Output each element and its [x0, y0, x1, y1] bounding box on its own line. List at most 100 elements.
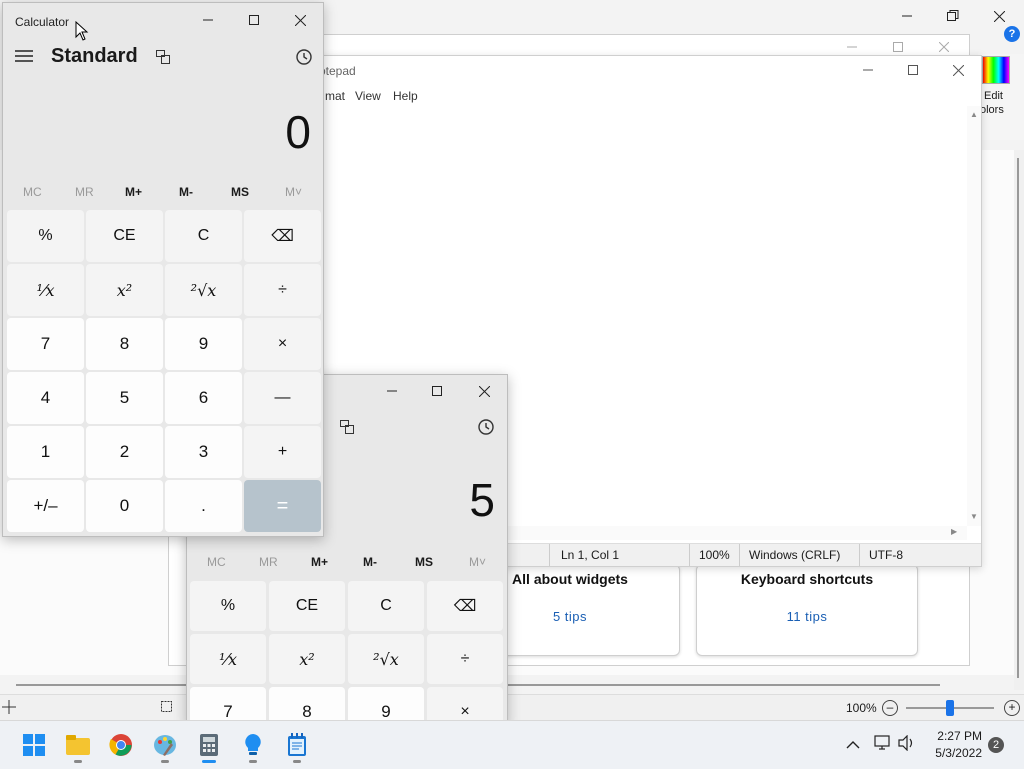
- chevron-up-icon[interactable]: [846, 737, 860, 755]
- digit-7-button[interactable]: 7: [7, 318, 84, 370]
- calc2-mr-button[interactable]: MR: [259, 555, 278, 569]
- digit-1-button[interactable]: 1: [7, 426, 84, 478]
- tips-icon[interactable]: [239, 731, 267, 763]
- chrome-icon[interactable]: [107, 731, 135, 759]
- notepad-maximize-button[interactable]: [890, 54, 936, 86]
- menu-view[interactable]: View: [355, 89, 381, 103]
- menu-format[interactable]: mat: [325, 89, 345, 103]
- calculator-minimize-button[interactable]: [185, 4, 231, 36]
- zoom-slider-thumb[interactable]: [946, 700, 954, 716]
- tip-card-keyboard-shortcuts[interactable]: Keyboard shortcuts 11 tips: [696, 564, 918, 656]
- clock-time[interactable]: 2:27 PM: [930, 729, 982, 743]
- calculator-mode-title: Standard: [51, 45, 138, 67]
- mc-button[interactable]: MC: [23, 185, 42, 199]
- calc2-sqrt-button[interactable]: ²√x: [348, 634, 424, 684]
- calc2-reciprocal-button[interactable]: ¹⁄x: [190, 634, 266, 684]
- edit-colors-label-2: olors: [980, 104, 1004, 116]
- paint-vertical-scrollbar[interactable]: [1014, 150, 1024, 690]
- digit-8-button[interactable]: 8: [86, 318, 163, 370]
- calculator-taskbar-icon[interactable]: [195, 731, 223, 763]
- zoom-out-button[interactable]: –: [882, 700, 898, 716]
- reciprocal-button[interactable]: ¹⁄x: [7, 264, 84, 316]
- scroll-right-icon[interactable]: ▶: [951, 527, 957, 536]
- calc2-maximize-button[interactable]: [414, 375, 460, 407]
- volume-icon[interactable]: [898, 734, 916, 756]
- square-root-button[interactable]: ²√x: [165, 264, 242, 316]
- calc2-mminus-button[interactable]: M-: [363, 555, 377, 569]
- mplus-button[interactable]: M+: [125, 185, 142, 199]
- notepad-minimize-button[interactable]: [845, 54, 891, 86]
- percent-button[interactable]: %: [7, 210, 84, 262]
- mminus-button[interactable]: M-: [179, 185, 193, 199]
- clear-button[interactable]: C: [165, 210, 242, 262]
- digit-5-button[interactable]: 5: [86, 372, 163, 424]
- running-indicator: [249, 760, 257, 763]
- mr-button[interactable]: MR: [75, 185, 94, 199]
- start-icon[interactable]: [20, 731, 48, 759]
- calc2-close-button[interactable]: [461, 375, 507, 407]
- navigation-menu-icon[interactable]: [15, 49, 33, 68]
- calculator-maximize-button[interactable]: [231, 4, 277, 36]
- notepad-title: otepad: [319, 64, 356, 78]
- active-indicator: [202, 760, 216, 763]
- selection-size-icon: [160, 700, 174, 717]
- backspace-button[interactable]: ⌫: [244, 210, 321, 262]
- calc2-mplus-button[interactable]: M+: [311, 555, 328, 569]
- clear-entry-button[interactable]: CE: [86, 210, 163, 262]
- digit-0-button[interactable]: 0: [86, 480, 163, 532]
- digit-9-button[interactable]: 9: [165, 318, 242, 370]
- calc2-mc-button[interactable]: MC: [207, 555, 226, 569]
- history-icon[interactable]: [295, 48, 313, 71]
- color-palette-icon: [982, 56, 1010, 84]
- edit-colors-button[interactable]: Edit olors: [978, 54, 1024, 140]
- calc2-square-button[interactable]: x²: [269, 634, 345, 684]
- help-icon[interactable]: ?: [1004, 26, 1020, 42]
- paint-status-bar: 100% – +: [0, 694, 1024, 721]
- square-button[interactable]: x²: [86, 264, 163, 316]
- calc2-ms-button[interactable]: MS: [415, 555, 433, 569]
- notification-badge[interactable]: 2: [988, 737, 1004, 753]
- add-button[interactable]: +: [244, 426, 321, 478]
- calc2-display: 5: [469, 474, 495, 526]
- notepad-vertical-scrollbar[interactable]: ▲ ▼: [967, 106, 981, 526]
- paint-restore-button[interactable]: [930, 0, 976, 32]
- paint-icon[interactable]: [151, 731, 179, 763]
- file-explorer-icon[interactable]: [64, 731, 92, 763]
- cursor-position-icon: [2, 700, 16, 717]
- ms-button[interactable]: MS: [231, 185, 249, 199]
- equals-button[interactable]: =: [244, 480, 321, 532]
- digit-4-button[interactable]: 4: [7, 372, 84, 424]
- scroll-down-icon[interactable]: ▼: [970, 512, 978, 521]
- notepad-close-button[interactable]: [935, 54, 981, 86]
- running-indicator: [161, 760, 169, 763]
- keep-on-top-icon[interactable]: [339, 419, 355, 440]
- network-icon[interactable]: [874, 735, 892, 756]
- calc2-minimize-button[interactable]: [369, 375, 415, 407]
- decimal-button[interactable]: .: [165, 480, 242, 532]
- scroll-up-icon[interactable]: ▲: [970, 110, 978, 119]
- divide-button[interactable]: ÷: [244, 264, 321, 316]
- calculator-close-button[interactable]: [277, 4, 323, 36]
- keep-on-top-icon[interactable]: [155, 49, 171, 70]
- notepad-taskbar-icon[interactable]: [283, 731, 311, 763]
- digit-2-button[interactable]: 2: [86, 426, 163, 478]
- calculator-window: Calculator Standard 0 MC MR M+ M- MS M˅ …: [2, 2, 324, 537]
- history-icon[interactable]: [477, 418, 495, 441]
- zoom-in-button[interactable]: +: [1004, 700, 1020, 716]
- subtract-button[interactable]: —: [244, 372, 321, 424]
- multiply-button[interactable]: ×: [244, 318, 321, 370]
- calc2-clear-button[interactable]: C: [348, 581, 424, 631]
- digit-3-button[interactable]: 3: [165, 426, 242, 478]
- calc2-memory-list-button[interactable]: M˅: [469, 555, 486, 569]
- menu-help[interactable]: Help: [393, 89, 418, 103]
- calc2-backspace-button[interactable]: ⌫: [427, 581, 503, 631]
- calc2-ce-button[interactable]: CE: [269, 581, 345, 631]
- paint-minimize-button[interactable]: [884, 0, 930, 32]
- clock-date[interactable]: 5/3/2022: [930, 746, 982, 760]
- taskbar: 2:27 PM 5/3/2022 2: [0, 720, 1024, 769]
- calc2-divide-button[interactable]: ÷: [427, 634, 503, 684]
- memory-list-button[interactable]: M˅: [285, 185, 302, 199]
- negate-button[interactable]: +/–: [7, 480, 84, 532]
- calc2-percent-button[interactable]: %: [190, 581, 266, 631]
- digit-6-button[interactable]: 6: [165, 372, 242, 424]
